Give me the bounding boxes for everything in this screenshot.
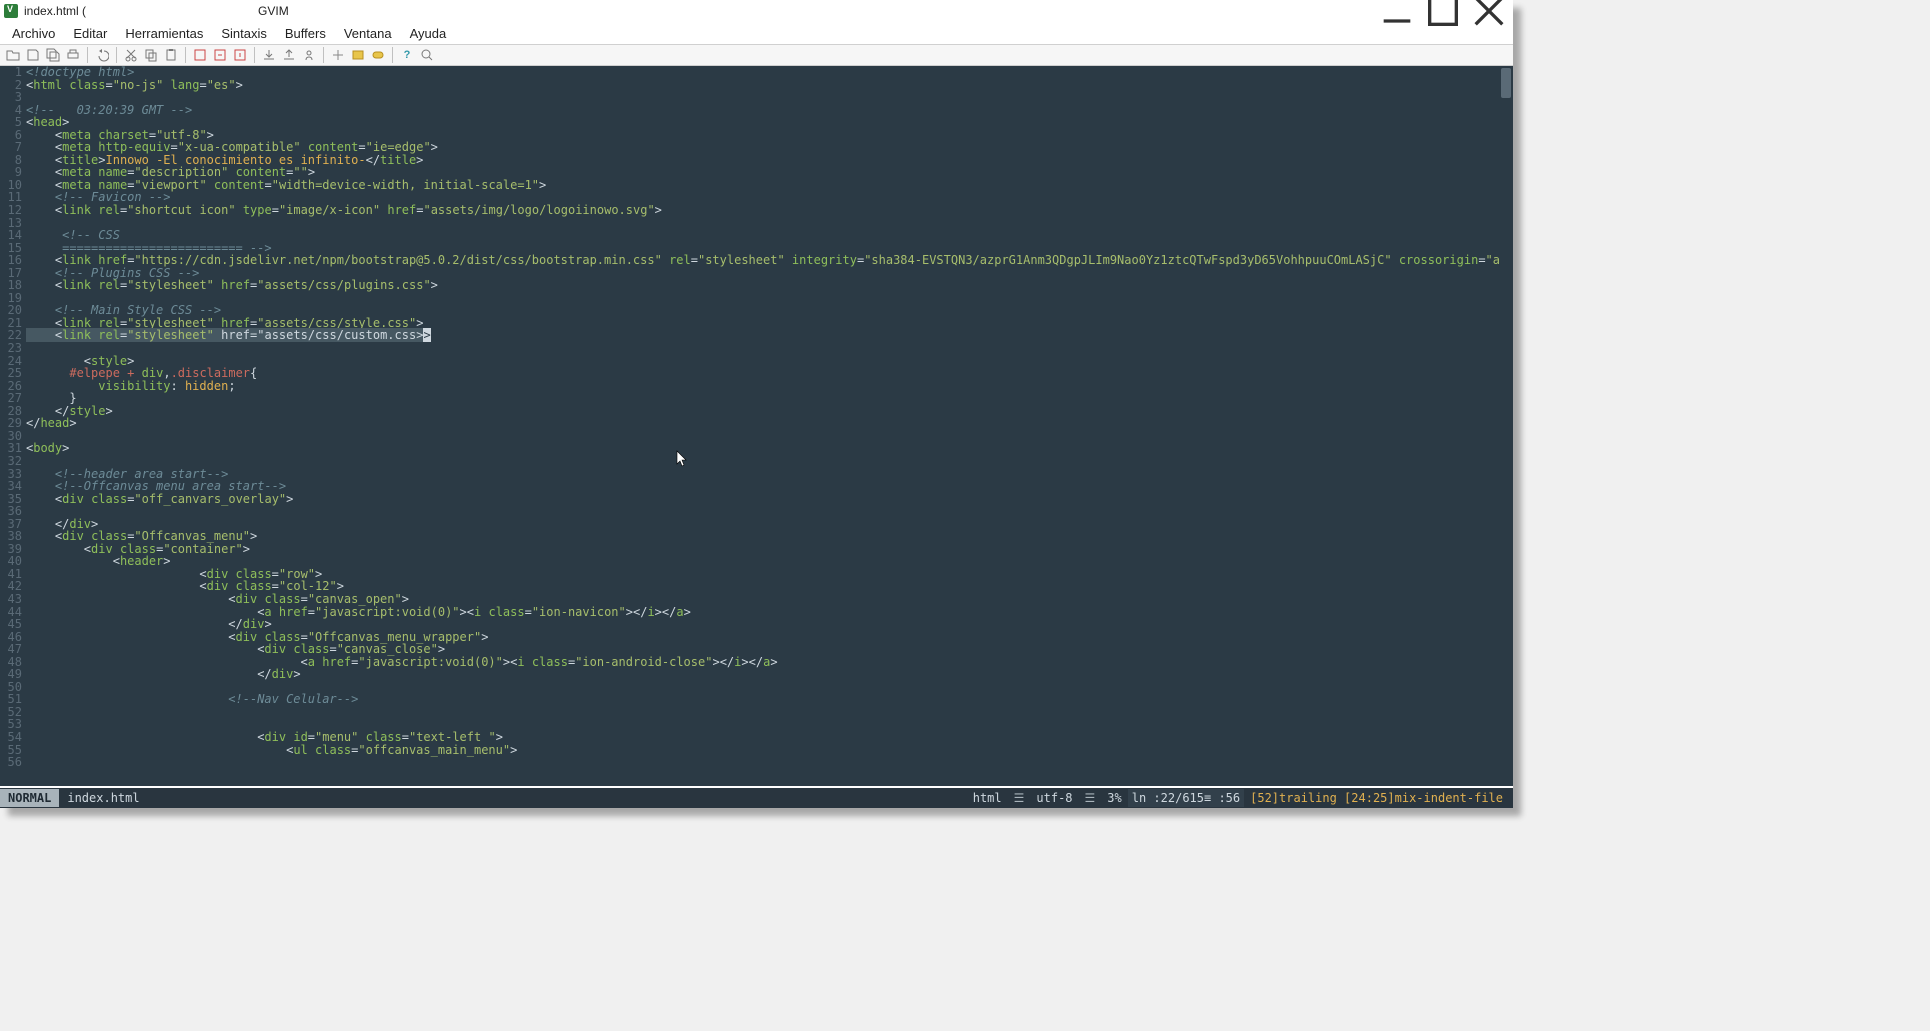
save-icon[interactable] (24, 46, 42, 64)
print-icon[interactable] (64, 46, 82, 64)
app-icon (4, 4, 18, 18)
status-encoding: utf-8 (1030, 791, 1078, 805)
close-button[interactable] (1469, 1, 1509, 21)
menu-sintaxis[interactable]: Sintaxis (213, 24, 275, 43)
separator (323, 47, 324, 63)
script-icon[interactable] (300, 46, 318, 64)
status-filename: index.html (67, 791, 139, 805)
maximize-button[interactable] (1423, 1, 1463, 21)
line-number-gutter: 1234567891011121314151617181920212223242… (0, 66, 26, 786)
window-title-app: GVIM (258, 4, 289, 18)
undo-icon[interactable] (93, 46, 111, 64)
saveall-icon[interactable] (44, 46, 62, 64)
status-trailing-warning: [52]trailing [24:25]mix-indent-file (1244, 791, 1509, 805)
editor[interactable]: 1234567891011121314151617181920212223242… (0, 66, 1513, 786)
make-icon[interactable] (329, 46, 347, 64)
copy-icon[interactable] (142, 46, 160, 64)
menubar: Archivo Editar Herramientas Sintaxis Buf… (0, 22, 1513, 44)
find-replace-red-icon[interactable] (191, 46, 209, 64)
menu-editar[interactable]: Editar (65, 24, 115, 43)
window-title-file: index.html ( (24, 4, 86, 18)
statusbar: NORMAL index.html html ☰ utf-8 ☰ 3% ln :… (0, 788, 1513, 808)
vim-mode: NORMAL (0, 789, 59, 807)
minimize-button[interactable] (1377, 1, 1417, 21)
menu-herramientas[interactable]: Herramientas (117, 24, 211, 43)
menu-ayuda[interactable]: Ayuda (402, 24, 455, 43)
load-session-icon[interactable] (260, 46, 278, 64)
tag-icon[interactable] (369, 46, 387, 64)
titlebar: index.html ( GVIM (0, 0, 1513, 22)
separator (185, 47, 186, 63)
help-icon[interactable]: ? (398, 46, 416, 64)
find-next-icon[interactable] (211, 46, 229, 64)
separator (87, 47, 88, 63)
code-area[interactable]: <!doctype html><html class="no-js" lang=… (26, 66, 1499, 786)
shell-yellow-icon[interactable] (349, 46, 367, 64)
save-session-icon[interactable] (280, 46, 298, 64)
menu-archivo[interactable]: Archivo (4, 24, 63, 43)
toolbar: ? (0, 44, 1513, 66)
open-icon[interactable] (4, 46, 22, 64)
find-prev-icon[interactable] (231, 46, 249, 64)
find-help-icon[interactable] (418, 46, 436, 64)
scrollbar-thumb[interactable] (1501, 68, 1511, 98)
status-enc-icon: ☰ (1079, 791, 1102, 805)
menu-buffers[interactable]: Buffers (277, 24, 334, 43)
status-ft-icon: ☰ (1008, 791, 1031, 805)
separator (254, 47, 255, 63)
paste-icon[interactable] (162, 46, 180, 64)
cut-icon[interactable] (122, 46, 140, 64)
separator (116, 47, 117, 63)
status-percent: 3% (1101, 791, 1127, 805)
vertical-scrollbar[interactable] (1499, 66, 1513, 786)
separator (392, 47, 393, 63)
status-position: ln :22/615≡ :56 (1128, 789, 1244, 807)
menu-ventana[interactable]: Ventana (336, 24, 400, 43)
status-filetype: html (967, 791, 1008, 805)
gvim-window: index.html ( GVIM Archivo Editar Herrami… (0, 0, 1513, 808)
